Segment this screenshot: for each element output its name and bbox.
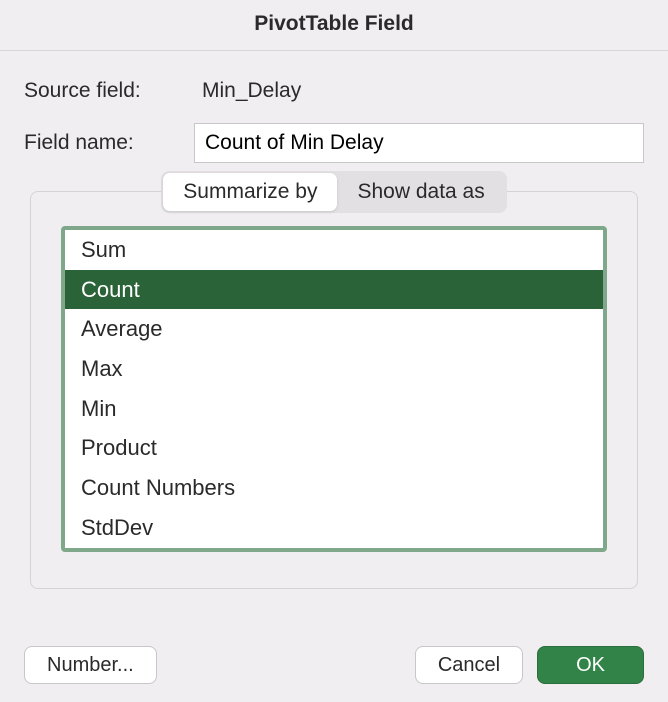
tabs-container: Summarize by Show data as — [61, 171, 607, 213]
tab-show-data-as[interactable]: Show data as — [337, 173, 504, 211]
source-field-value: Min_Delay — [194, 79, 301, 103]
source-field-row: Source field: Min_Delay — [24, 79, 644, 103]
summarize-panel: Summarize by Show data as Sum Count Aver… — [30, 191, 638, 589]
list-item-count[interactable]: Count — [65, 270, 603, 310]
function-listbox[interactable]: Sum Count Average Max Min Product Count … — [61, 226, 607, 552]
ok-button[interactable]: OK — [537, 646, 644, 684]
cancel-button[interactable]: Cancel — [415, 646, 523, 684]
tabs: Summarize by Show data as — [161, 171, 506, 213]
tab-summarize-by[interactable]: Summarize by — [163, 173, 337, 211]
dialog-content: Source field: Min_Delay Field name: Summ… — [0, 51, 668, 589]
dialog-footer: Number... Cancel OK — [24, 646, 644, 684]
dialog-title: PivotTable Field — [0, 0, 668, 51]
list-item-count-numbers[interactable]: Count Numbers — [65, 468, 603, 508]
field-name-label: Field name: — [24, 131, 194, 155]
number-format-button[interactable]: Number... — [24, 646, 157, 684]
list-item-product[interactable]: Product — [65, 428, 603, 468]
list-item-stddev[interactable]: StdDev — [65, 508, 603, 548]
field-name-input[interactable] — [194, 123, 644, 163]
list-item-sum[interactable]: Sum — [65, 230, 603, 270]
list-item-min[interactable]: Min — [65, 389, 603, 429]
field-name-row: Field name: — [24, 123, 644, 163]
list-item-average[interactable]: Average — [65, 309, 603, 349]
list-item-max[interactable]: Max — [65, 349, 603, 389]
source-field-label: Source field: — [24, 79, 194, 103]
